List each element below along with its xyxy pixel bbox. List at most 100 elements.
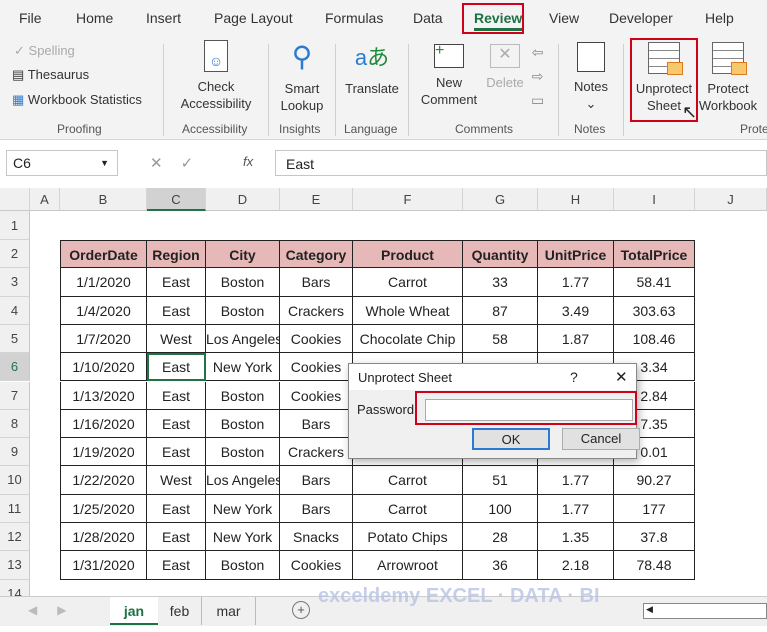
table-cell[interactable]: Whole Wheat <box>353 296 463 325</box>
translate-button[interactable]: aあ Translate <box>343 40 401 97</box>
table-cell[interactable]: Boston <box>206 409 280 439</box>
table-cell[interactable]: 28 <box>463 523 538 552</box>
table-cell[interactable]: 1/25/2020 <box>60 494 147 523</box>
tab-home[interactable]: Home <box>76 10 113 26</box>
table-cell[interactable]: 108.46 <box>614 324 695 354</box>
table-cell[interactable]: Bars <box>280 409 353 439</box>
table-cell[interactable]: Crackers <box>280 438 353 467</box>
row-header-4[interactable]: 4 <box>0 296 30 325</box>
tab-developer[interactable]: Developer <box>609 10 673 26</box>
column-header-G[interactable]: G <box>463 188 538 211</box>
table-cell[interactable]: Los Angeles <box>206 324 280 354</box>
row-header-6[interactable]: 6 <box>0 353 30 382</box>
table-cell[interactable]: 2.18 <box>538 551 614 580</box>
tab-data[interactable]: Data <box>413 10 443 26</box>
column-header-J[interactable]: J <box>695 188 767 211</box>
spelling-button[interactable]: ✓ Spelling <box>14 42 75 59</box>
formula-actions[interactable]: ✕✓ <box>150 154 211 172</box>
table-cell[interactable]: 177 <box>614 494 695 523</box>
table-cell[interactable]: New York <box>206 523 280 552</box>
table-cell[interactable]: Carrot <box>353 466 463 495</box>
table-cell[interactable]: 1.77 <box>538 494 614 523</box>
table-header-cell[interactable]: Category <box>280 240 353 269</box>
table-cell[interactable]: East <box>147 551 206 580</box>
workbook-statistics-button[interactable]: ▦ Workbook Statistics <box>12 91 142 108</box>
table-cell[interactable]: Potato Chips <box>353 523 463 552</box>
tab-formulas[interactable]: Formulas <box>325 10 383 26</box>
row-header-2[interactable]: 2 <box>0 240 30 269</box>
name-box[interactable]: C6 ▼ <box>6 150 118 176</box>
row-header-11[interactable]: 11 <box>0 494 30 523</box>
table-header-cell[interactable]: OrderDate <box>60 240 147 269</box>
row-header-8[interactable]: 8 <box>0 409 30 439</box>
row-header-1[interactable]: 1 <box>0 211 30 240</box>
tab-view[interactable]: View <box>549 10 579 26</box>
table-cell[interactable]: Cookies <box>280 324 353 354</box>
table-cell[interactable]: 1/10/2020 <box>60 353 147 382</box>
table-cell[interactable]: Snacks <box>280 523 353 552</box>
add-sheet-button[interactable]: + <box>292 601 310 619</box>
table-cell[interactable]: 100 <box>463 494 538 523</box>
table-cell[interactable]: 1/1/2020 <box>60 268 147 297</box>
comment-nav-icons[interactable]: ⇦ ⇨ ▭ <box>531 40 544 112</box>
select-all[interactable] <box>0 188 30 211</box>
table-cell[interactable]: Cookies <box>280 353 353 382</box>
table-cell[interactable]: Arrowroot <box>353 551 463 580</box>
column-header-E[interactable]: E <box>280 188 353 211</box>
column-header-B[interactable]: B <box>60 188 147 211</box>
table-cell[interactable]: 1/16/2020 <box>60 409 147 439</box>
notes-button[interactable]: Notes ⌄ <box>566 40 616 112</box>
column-header-I[interactable]: I <box>614 188 695 211</box>
table-cell[interactable]: East <box>147 381 206 410</box>
tab-help[interactable]: Help <box>705 10 734 26</box>
column-header-C[interactable]: C <box>147 188 206 211</box>
table-cell[interactable]: Los Angeles <box>206 466 280 495</box>
fx-icon[interactable]: fx <box>243 154 253 169</box>
table-cell[interactable]: East <box>147 353 206 382</box>
table-cell[interactable]: 1/22/2020 <box>60 466 147 495</box>
table-cell[interactable]: 37.8 <box>614 523 695 552</box>
row-header-5[interactable]: 5 <box>0 324 30 354</box>
table-cell[interactable]: 1/28/2020 <box>60 523 147 552</box>
row-header-12[interactable]: 12 <box>0 523 30 552</box>
row-header-7[interactable]: 7 <box>0 381 30 410</box>
table-cell[interactable]: Carrot <box>353 494 463 523</box>
row-header-13[interactable]: 13 <box>0 551 30 580</box>
help-button[interactable]: ? <box>570 369 578 385</box>
formula-input[interactable]: East <box>275 150 767 176</box>
thesaurus-button[interactable]: ▤ Thesaurus <box>12 66 89 83</box>
table-cell[interactable]: New York <box>206 353 280 382</box>
table-cell[interactable]: Boston <box>206 438 280 467</box>
table-cell[interactable]: 1/13/2020 <box>60 381 147 410</box>
table-cell[interactable]: 1/31/2020 <box>60 551 147 580</box>
table-cell[interactable]: West <box>147 324 206 354</box>
table-cell[interactable]: Cookies <box>280 381 353 410</box>
table-cell[interactable]: Bars <box>280 466 353 495</box>
table-cell[interactable]: East <box>147 523 206 552</box>
table-cell[interactable]: Boston <box>206 268 280 297</box>
table-cell[interactable]: 1.77 <box>538 268 614 297</box>
table-cell[interactable]: East <box>147 438 206 467</box>
table-cell[interactable]: Boston <box>206 296 280 325</box>
table-cell[interactable]: 1.35 <box>538 523 614 552</box>
table-header-cell[interactable]: Quantity <box>463 240 538 269</box>
table-cell[interactable]: 1/7/2020 <box>60 324 147 354</box>
sheet-tab-feb[interactable]: feb <box>158 597 202 625</box>
column-header-A[interactable]: A <box>30 188 60 211</box>
table-cell[interactable]: Carrot <box>353 268 463 297</box>
table-cell[interactable]: 78.48 <box>614 551 695 580</box>
table-cell[interactable]: 303.63 <box>614 296 695 325</box>
table-cell[interactable]: 3.49 <box>538 296 614 325</box>
table-header-cell[interactable]: Product <box>353 240 463 269</box>
table-cell[interactable]: East <box>147 494 206 523</box>
table-cell[interactable]: 58.41 <box>614 268 695 297</box>
row-header-10[interactable]: 10 <box>0 466 30 495</box>
sheet-nav-arrows[interactable]: ◀▶ <box>28 603 86 617</box>
table-cell[interactable]: 58 <box>463 324 538 354</box>
column-header-D[interactable]: D <box>206 188 280 211</box>
table-header-cell[interactable]: UnitPrice <box>538 240 614 269</box>
table-cell[interactable]: Chocolate Chip <box>353 324 463 354</box>
table-header-cell[interactable]: Region <box>147 240 206 269</box>
tab-file[interactable]: File <box>19 10 42 26</box>
table-cell[interactable]: 33 <box>463 268 538 297</box>
